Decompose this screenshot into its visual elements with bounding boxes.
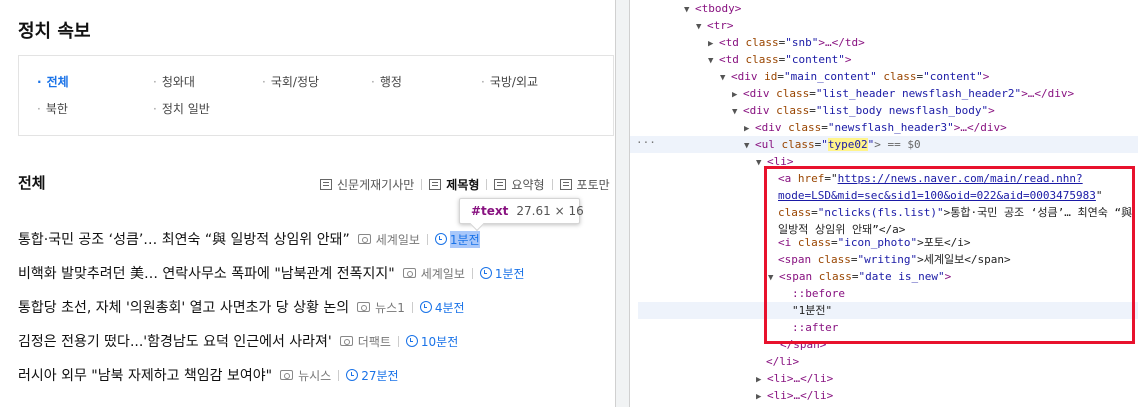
category-administration[interactable]: 행정	[371, 73, 402, 90]
clock-icon	[434, 233, 447, 245]
node-li-collapsed[interactable]: ▶ <li>…</li>	[756, 370, 833, 387]
news-headline[interactable]: 비핵화 발맞추려던 美… 연락사무소 폭파에 "남북관계 전폭지지"	[18, 263, 395, 283]
page-title: 정치 속보	[18, 21, 91, 42]
category-blue-house[interactable]: 청와대	[153, 73, 195, 90]
clock-icon	[479, 267, 492, 279]
category-defense-diplomacy[interactable]: 국방/외교	[481, 73, 538, 90]
node-tr[interactable]: ▼ <tr>	[696, 17, 734, 34]
more-options-dots[interactable]: ···	[636, 136, 656, 149]
list-icon	[429, 178, 442, 190]
news-item: 통합당 초선, 자체 '의원총회' 열고 사면초가 당 상황 논의 뉴스1 4분…	[18, 297, 465, 317]
node-div-list-header[interactable]: ▶ <div class="list_header newsflash_heade…	[732, 85, 1074, 102]
node-ul-type02[interactable]: ▼ <ul class="type02"> == $0	[744, 136, 921, 153]
expanded-triangle-icon[interactable]: ▼	[744, 138, 755, 155]
news-item: 러시아 외무 "남북 자제하고 책임감 보여야" 뉴시스 27분전	[18, 365, 399, 385]
news-headline[interactable]: 통합당 초선, 자체 '의원총회' 열고 사면초가 당 상황 논의	[18, 297, 349, 317]
node-td-snb[interactable]: ▶ <td class="snb">…</td>	[708, 34, 865, 51]
category-politics-general[interactable]: 정치 일반	[153, 100, 210, 117]
section-title: 전체	[18, 174, 46, 192]
news-time: 1분전	[494, 266, 525, 281]
category-box: 전체 청와대 국회/정당 행정 국방/외교 북한 정치 일반	[18, 55, 614, 136]
news-time: 10분전	[420, 334, 459, 349]
node-li-close[interactable]: </li>	[766, 353, 799, 370]
node-div-list-body[interactable]: ▼ <div class="list_body newsflash_body">	[732, 102, 995, 119]
camera-icon	[402, 268, 416, 278]
view-mode-bar: 신문게재기사만 제목형 요약형 포토만	[320, 175, 610, 193]
view-mode-photo[interactable]: 포토만	[559, 176, 610, 193]
news-time: 1분전	[449, 230, 480, 248]
news-headline[interactable]: 김정은 전용기 떴다...'함경남도 요덕 인근에서 사라져'	[18, 331, 332, 351]
news-press: 뉴시스	[298, 368, 332, 383]
panel-divider[interactable]	[615, 0, 630, 407]
camera-icon	[280, 370, 294, 380]
news-item: 통합·국민 공조 ‘성큼’… 최연숙 “與 일방적 상임위 안돼” 세계일보 1…	[18, 229, 480, 249]
news-press: 뉴스1	[375, 300, 405, 315]
news-page: 정치 속보 전체 청와대 국회/정당 행정 국방/외교 북한 정치 일반 전체 …	[0, 0, 615, 407]
tooltip-node-type: #text	[471, 204, 509, 218]
news-item: 비핵화 발맞추려던 美… 연락사무소 폭파에 "남북관계 전폭지지" 세계일보 …	[18, 263, 525, 283]
expanded-triangle-icon[interactable]: ▼	[732, 104, 743, 121]
grid-icon	[559, 178, 572, 190]
news-headline[interactable]: 러시아 외무 "남북 자제하고 책임감 보여야"	[18, 365, 272, 385]
view-mode-newspaper[interactable]: 신문게재기사만	[320, 176, 414, 193]
expanded-triangle-icon[interactable]: ▼	[708, 53, 719, 70]
news-headline[interactable]: 통합·국민 공조 ‘성큼’… 최연숙 “與 일방적 상임위 안돼”	[18, 229, 350, 249]
news-press: 더팩트	[357, 334, 391, 349]
node-tbody[interactable]: ▼ <tbody>	[684, 0, 741, 17]
inspect-tooltip: #text 27.61 × 16	[459, 198, 584, 224]
tooltip-size: 27.61 × 16	[516, 204, 584, 218]
camera-icon	[357, 234, 371, 244]
news-press: 세계일보	[375, 232, 420, 247]
node-li-collapsed[interactable]: ▶ <li>…</li>	[756, 387, 833, 404]
expanded-triangle-icon[interactable]: ▼	[720, 70, 731, 87]
camera-icon	[357, 302, 371, 312]
category-assembly[interactable]: 국회/정당	[262, 73, 319, 90]
clock-icon	[405, 335, 418, 347]
clock-icon	[346, 369, 359, 381]
view-mode-summary[interactable]: 요약형	[494, 176, 545, 193]
expanded-triangle-icon[interactable]: ▼	[696, 19, 707, 36]
news-time: 4분전	[434, 300, 465, 315]
news-item: 김정은 전용기 떴다...'함경남도 요덕 인근에서 사라져' 더팩트 10분전	[18, 331, 458, 351]
view-mode-title[interactable]: 제목형	[429, 176, 479, 193]
summary-icon	[494, 178, 507, 190]
category-north-korea[interactable]: 북한	[37, 100, 68, 117]
newspaper-icon	[320, 178, 332, 190]
news-press: 세계일보	[420, 266, 465, 281]
collapsed-triangle-icon[interactable]: ▶	[756, 389, 767, 406]
news-time: 27분전	[361, 368, 399, 383]
clock-icon	[419, 301, 432, 313]
node-div-newsflash-header3[interactable]: ▶ <div class="newsflash_header3">…</div>	[744, 119, 1007, 136]
camera-icon	[339, 336, 353, 346]
red-highlight-box	[764, 166, 1135, 344]
expanded-triangle-icon[interactable]: ▼	[684, 2, 695, 19]
node-div-main-content[interactable]: ▼ <div id="main_content" class="content">	[720, 68, 989, 85]
category-all[interactable]: 전체	[37, 73, 69, 90]
node-td-content[interactable]: ▼ <td class="content">	[708, 51, 851, 68]
